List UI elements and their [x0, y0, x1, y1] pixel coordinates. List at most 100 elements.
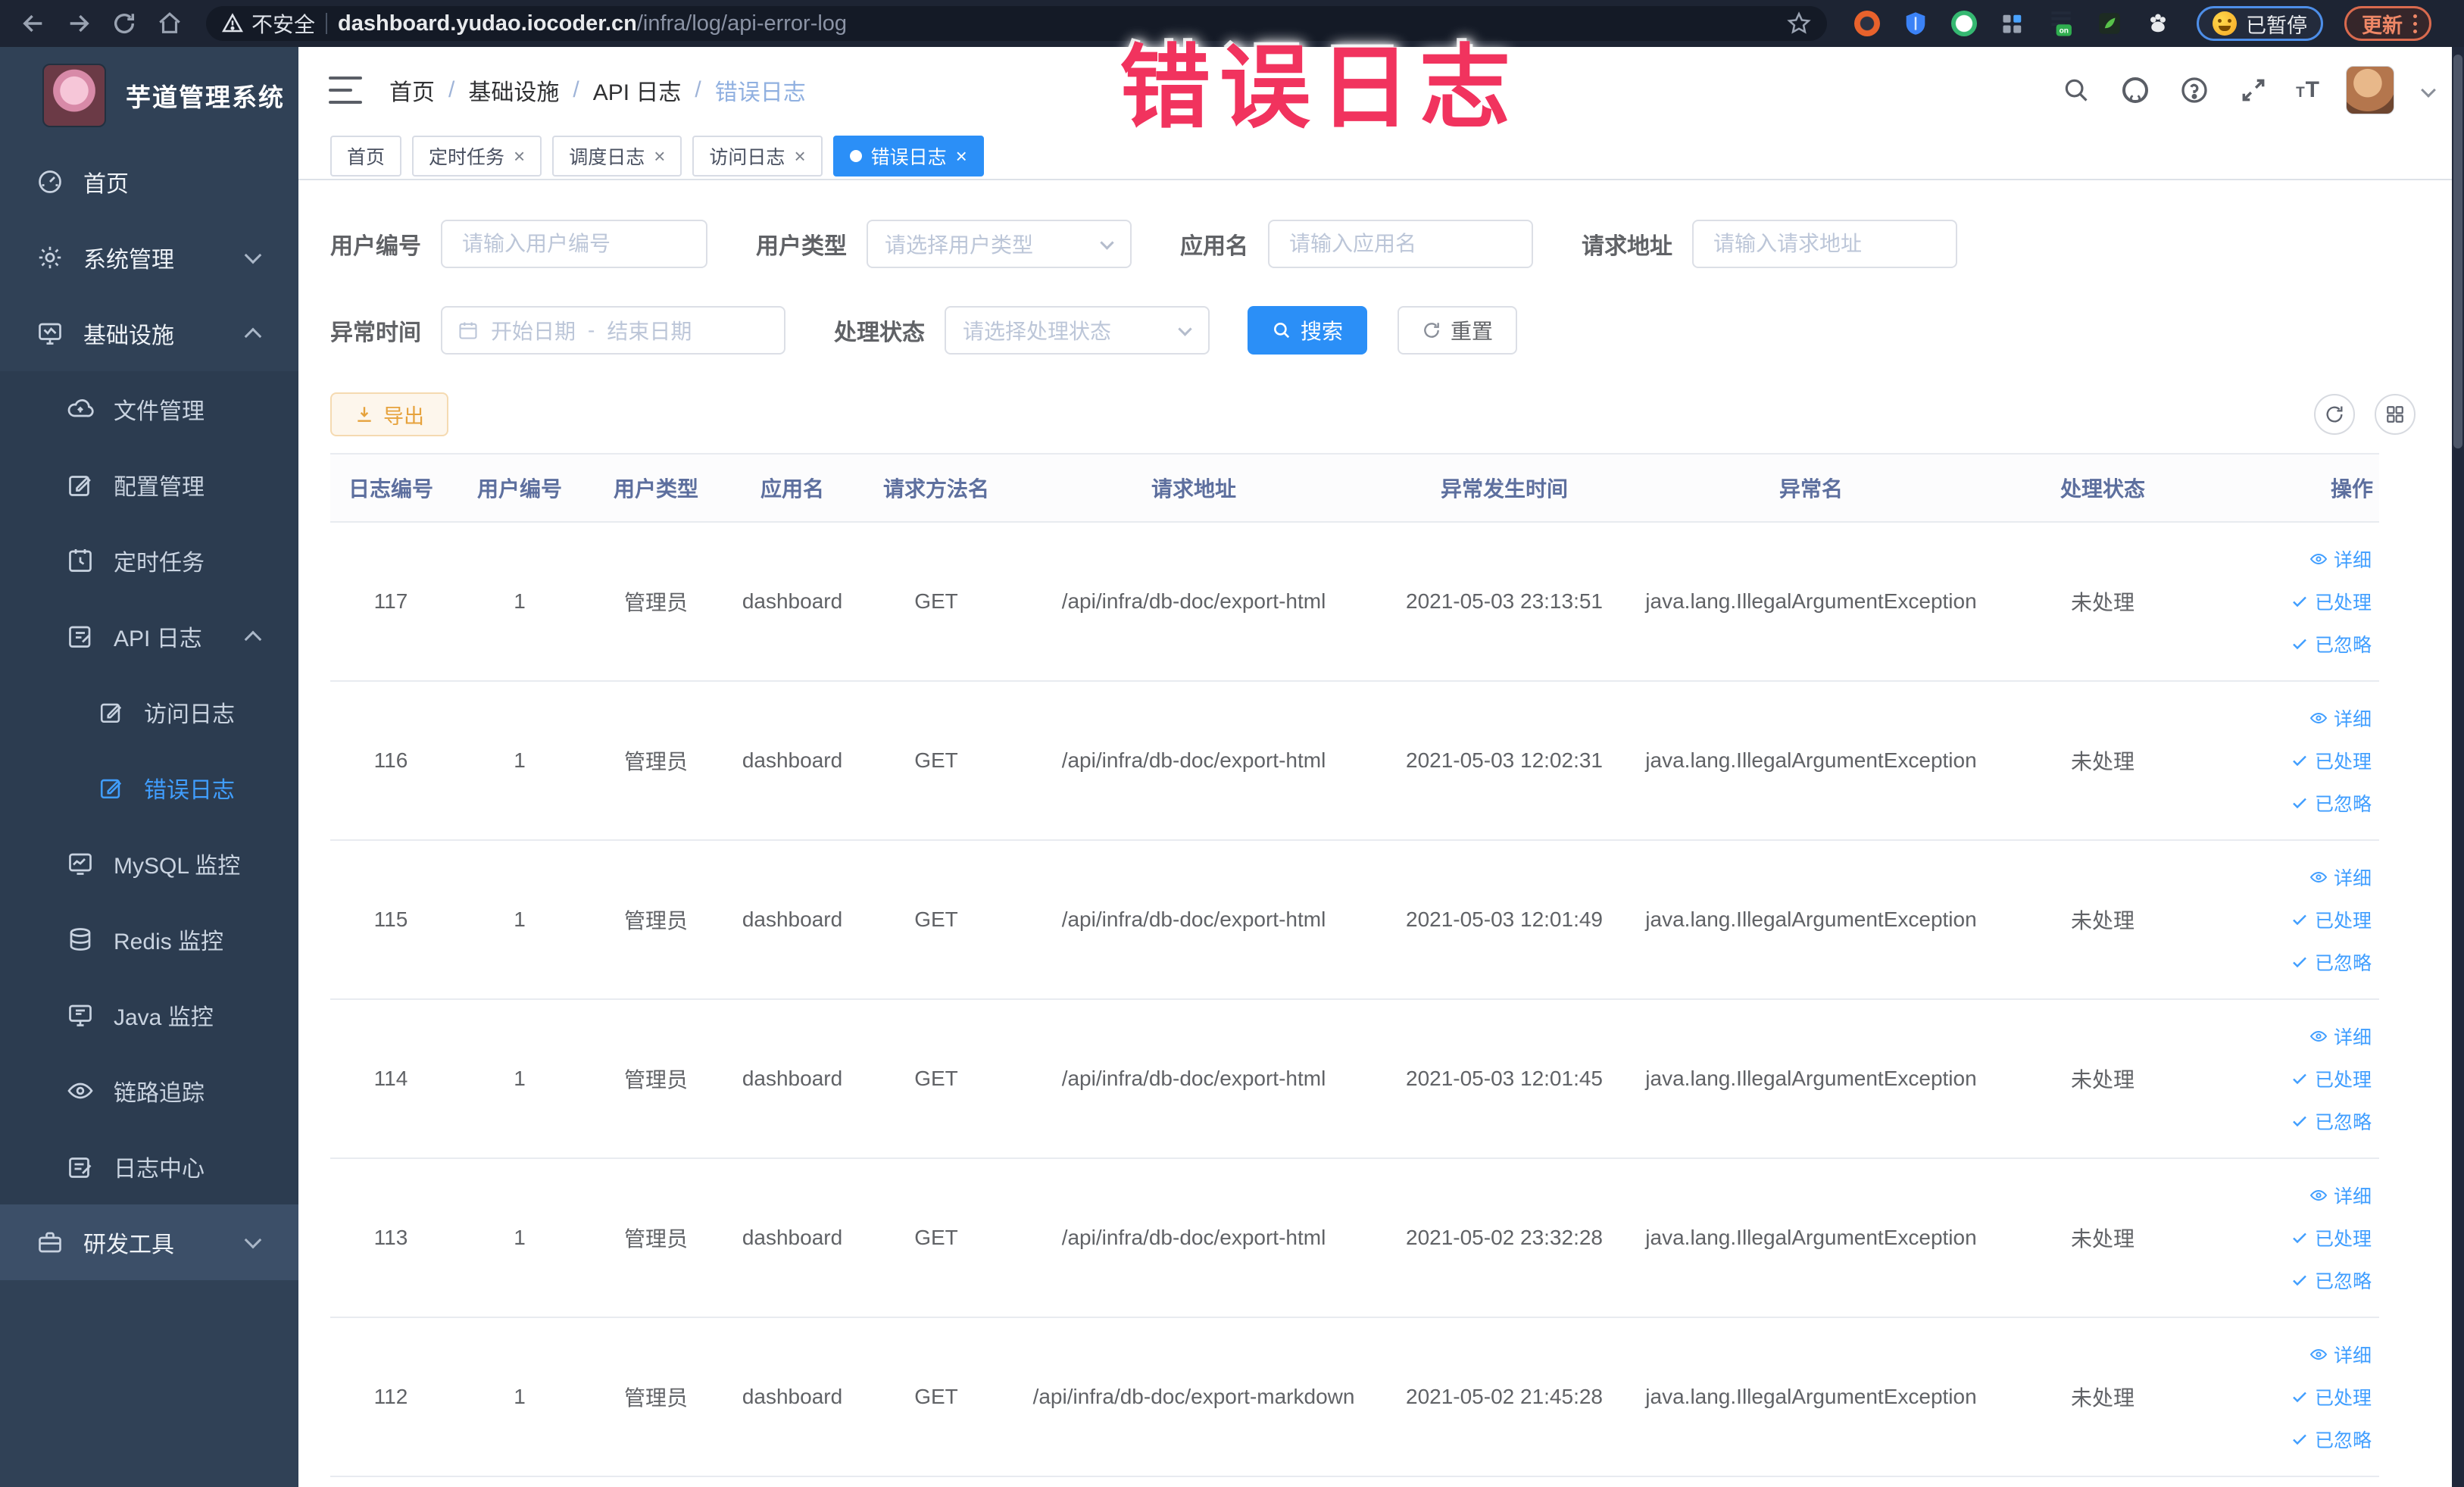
- search-button[interactable]: 搜索: [1248, 306, 1368, 355]
- reset-button-label: 重置: [1451, 320, 1494, 343]
- process-status-select[interactable]: 请选择处理状态: [945, 306, 1210, 355]
- breadcrumb: 首页 / 基础设施 / API 日志 / 错误日志: [389, 73, 806, 107]
- home-icon[interactable]: [150, 4, 189, 43]
- breadcrumb-home[interactable]: 首页: [389, 73, 435, 107]
- extension-shield-icon[interactable]: [1901, 9, 1930, 38]
- extension-adblock-on-icon[interactable]: on: [2047, 9, 2075, 38]
- extension-paw-icon[interactable]: [2144, 9, 2172, 38]
- mark-ignored-link[interactable]: 已忽略: [2291, 630, 2372, 658]
- font-size-icon[interactable]: TT: [2296, 77, 2320, 103]
- refresh-table-button[interactable]: [2314, 394, 2355, 435]
- help-icon[interactable]: [2178, 73, 2211, 107]
- reset-button[interactable]: 重置: [1398, 306, 1518, 355]
- chevron-down-icon: [1178, 321, 1192, 336]
- mark-processed-link[interactable]: 已处理: [2291, 747, 2372, 774]
- breadcrumb-infrastructure[interactable]: 基础设施: [468, 73, 559, 107]
- sidebar-item-log-center[interactable]: 日志中心: [0, 1129, 298, 1204]
- mark-ignored-link[interactable]: 已忽略: [2291, 1107, 2372, 1135]
- close-icon[interactable]: ×: [514, 146, 525, 166]
- detail-link[interactable]: 详细: [2309, 704, 2372, 732]
- sidebar-item-error-logs[interactable]: 错误日志: [0, 750, 298, 826]
- sidebar-item-scheduled-tasks[interactable]: 定时任务: [0, 523, 298, 598]
- paused-badge[interactable]: 已暂停: [2197, 6, 2323, 41]
- detail-link[interactable]: 详细: [2309, 864, 2372, 891]
- edit-square-icon: [98, 699, 124, 725]
- sidebar-item-access-logs[interactable]: 访问日志: [0, 674, 298, 750]
- sidebar-item-dev-tools[interactable]: 研发工具: [0, 1204, 298, 1280]
- app-name-input[interactable]: [1268, 220, 1533, 268]
- exception-time-range-picker[interactable]: 开始日期 - 结束日期: [441, 306, 785, 355]
- cell-method: GET: [914, 748, 958, 772]
- app-logo-row[interactable]: 芋道管理系统: [0, 47, 298, 144]
- edit-icon: [67, 471, 94, 498]
- detail-link[interactable]: 详细: [2309, 1182, 2372, 1209]
- mark-processed-link[interactable]: 已处理: [2291, 1383, 2372, 1410]
- page-scrollbar[interactable]: [2452, 47, 2464, 1487]
- mark-ignored-link[interactable]: 已忽略: [2291, 948, 2372, 976]
- sidebar-item-home[interactable]: 首页: [0, 144, 298, 220]
- avatar[interactable]: [2346, 66, 2394, 114]
- emoji-face-icon: [2213, 11, 2237, 36]
- tab-home[interactable]: 首页: [330, 136, 402, 177]
- eye-icon: [2309, 1030, 2328, 1042]
- mark-ignored-link[interactable]: 已忽略: [2291, 1426, 2372, 1453]
- close-icon[interactable]: ×: [956, 146, 967, 166]
- extension-grid-icon[interactable]: [1998, 9, 2027, 38]
- detail-link[interactable]: 详细: [2309, 1341, 2372, 1368]
- check-icon: [2293, 914, 2306, 926]
- close-icon[interactable]: ×: [794, 146, 805, 166]
- sidebar-item-mysql-monitor[interactable]: MySQL 监控: [0, 826, 298, 901]
- cell-user-type: 管理员: [623, 750, 688, 773]
- mark-ignored-link[interactable]: 已忽略: [2291, 1267, 2372, 1294]
- browser-menu-icon[interactable]: [2413, 14, 2417, 33]
- sidebar-toggle-icon[interactable]: [329, 77, 362, 104]
- col-exception-name: 异常名: [1779, 477, 1843, 501]
- sidebar-item-tracing[interactable]: 链路追踪: [0, 1053, 298, 1129]
- gear-icon: [36, 244, 64, 271]
- tab-access-logs[interactable]: 访问日志 ×: [692, 136, 823, 177]
- github-icon[interactable]: [2119, 73, 2152, 107]
- sidebar-item-api-logs[interactable]: API 日志: [0, 598, 298, 674]
- mark-ignored-link[interactable]: 已忽略: [2291, 789, 2372, 817]
- close-icon[interactable]: ×: [654, 146, 665, 166]
- mark-processed-link[interactable]: 已处理: [2291, 1224, 2372, 1251]
- reload-icon[interactable]: [105, 4, 144, 43]
- mark-processed-link[interactable]: 已处理: [2291, 906, 2372, 933]
- sidebar-item-redis-monitor[interactable]: Redis 监控: [0, 901, 298, 977]
- avatar-caret-down-icon[interactable]: [2421, 83, 2436, 98]
- user-id-input[interactable]: [441, 220, 707, 268]
- sidebar-item-file-management[interactable]: 文件管理: [0, 371, 298, 447]
- user-type-select[interactable]: 请选择用户类型: [867, 220, 1132, 268]
- forward-icon[interactable]: [59, 4, 98, 43]
- sidebar-item-java-monitor[interactable]: Java 监控: [0, 977, 298, 1053]
- tab-scheduled-tasks[interactable]: 定时任务 ×: [412, 136, 542, 177]
- tab-schedule-logs[interactable]: 调度日志 ×: [552, 136, 682, 177]
- detail-link[interactable]: 详细: [2309, 1023, 2372, 1050]
- extension-vue-devtools-icon[interactable]: [1950, 9, 1978, 38]
- address-bar[interactable]: 不安全 dashboard.yudao.iocoder.cn/infra/log…: [206, 6, 1827, 41]
- column-settings-button[interactable]: [2375, 394, 2416, 435]
- cell-exception-name: java.lang.IllegalArgumentException: [1645, 908, 1977, 931]
- extension-leaf-icon[interactable]: [2095, 9, 2124, 38]
- search-icon[interactable]: [2060, 73, 2093, 107]
- detail-link[interactable]: 详细: [2309, 545, 2372, 573]
- cell-status: 未处理: [2070, 750, 2135, 773]
- browser-update-button[interactable]: 更新: [2344, 6, 2431, 41]
- export-button[interactable]: 导出: [330, 392, 448, 436]
- chevron-up-icon: [244, 327, 262, 345]
- fullscreen-icon[interactable]: [2237, 73, 2270, 107]
- extension-orange-icon[interactable]: [1853, 9, 1882, 38]
- back-icon[interactable]: [14, 4, 53, 43]
- cell-exception-time: 2021-05-03 23:13:51: [1406, 589, 1603, 613]
- sidebar-item-system-management[interactable]: 系统管理: [0, 220, 298, 295]
- security-warning[interactable]: 不安全: [221, 8, 315, 39]
- breadcrumb-api-logs[interactable]: API 日志: [593, 73, 682, 107]
- tab-error-logs[interactable]: 错误日志 ×: [832, 136, 984, 177]
- mark-processed-link[interactable]: 已处理: [2291, 588, 2372, 615]
- bookmark-star-icon[interactable]: [1786, 11, 1812, 36]
- sidebar-item-config-management[interactable]: 配置管理: [0, 447, 298, 523]
- scrollbar-thumb[interactable]: [2453, 55, 2462, 448]
- mark-processed-link[interactable]: 已处理: [2291, 1065, 2372, 1092]
- sidebar-item-infrastructure[interactable]: 基础设施: [0, 295, 298, 371]
- request-url-input[interactable]: [1692, 220, 1957, 268]
